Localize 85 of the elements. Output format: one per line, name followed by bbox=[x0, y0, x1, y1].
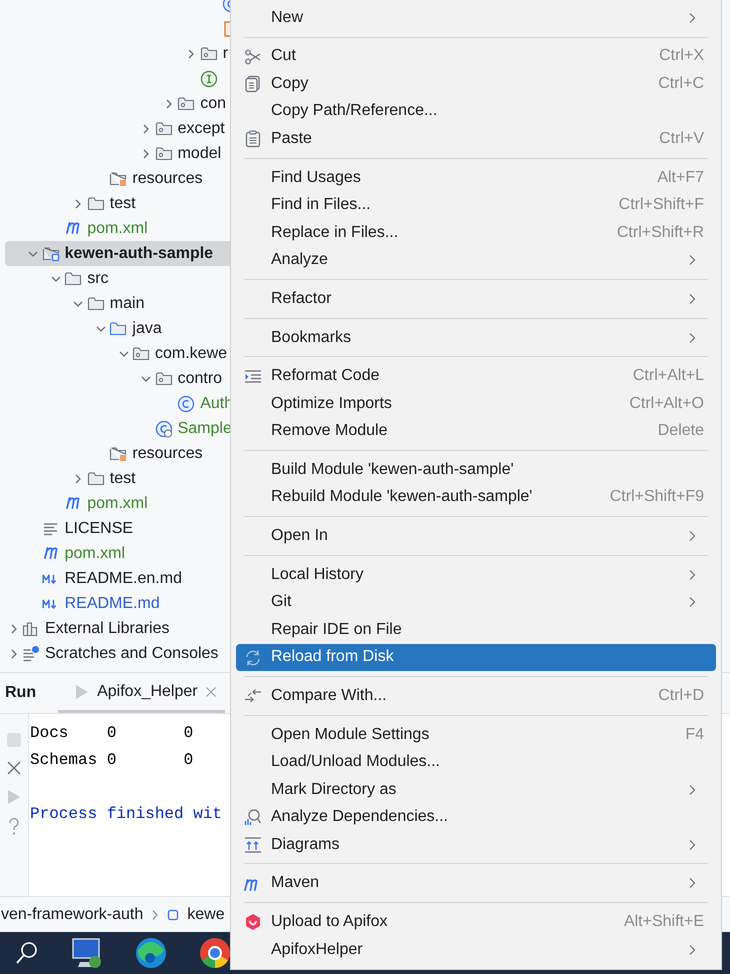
source-folder-icon bbox=[109, 320, 128, 337]
shortcut-label: Ctrl+X bbox=[659, 47, 704, 66]
menu-item[interactable]: Maven bbox=[236, 870, 716, 898]
menu-item[interactable]: Compare With... Ctrl+D bbox=[236, 682, 716, 710]
shortcut-label: F4 bbox=[685, 726, 704, 744]
package-icon bbox=[177, 95, 196, 112]
menu-item[interactable]: Load/Unload Modules... bbox=[236, 748, 716, 776]
folder-icon bbox=[86, 295, 105, 312]
search-icon[interactable] bbox=[14, 940, 40, 966]
package-icon bbox=[200, 45, 218, 62]
console-line: Schemas 0 0 bbox=[30, 750, 194, 771]
menu-item[interactable]: Mark Directory as bbox=[236, 776, 716, 804]
diagram-icon bbox=[244, 836, 262, 854]
chevron-down-icon[interactable] bbox=[96, 324, 106, 334]
maven-icon bbox=[66, 497, 80, 510]
folder-icon bbox=[64, 270, 82, 287]
chevron-down-icon[interactable] bbox=[118, 348, 128, 358]
menu-item[interactable]: Optimize Imports Ctrl+Alt+O bbox=[236, 390, 716, 418]
shortcut-label: Ctrl+Shift+R bbox=[616, 224, 704, 242]
run-config-icon bbox=[74, 682, 90, 700]
package-icon bbox=[154, 145, 173, 162]
scratches-icon bbox=[22, 645, 40, 662]
shortcut-label: Delete bbox=[658, 422, 704, 440]
runnable-class-icon bbox=[154, 420, 173, 438]
text-file-icon bbox=[42, 520, 60, 536]
panel-title: Run bbox=[5, 684, 36, 702]
chevron-right-icon[interactable] bbox=[73, 474, 84, 484]
chevron-down-icon[interactable] bbox=[28, 248, 38, 258]
shortcut-label: Ctrl+Alt+L bbox=[632, 367, 704, 386]
remote-desktop-icon[interactable] bbox=[70, 936, 104, 970]
shortcut-label: Alt+Shift+E bbox=[624, 913, 704, 931]
menu-item[interactable]: Open Module Settings F4 bbox=[236, 720, 716, 748]
chevron-down-icon[interactable] bbox=[73, 298, 84, 308]
chevron-down-icon[interactable] bbox=[141, 374, 152, 384]
copy-icon bbox=[244, 75, 262, 94]
interface-icon bbox=[200, 70, 218, 88]
console-line: Process finished wit bbox=[30, 804, 222, 825]
resources-folder-icon bbox=[109, 170, 128, 187]
scissors-icon bbox=[244, 48, 262, 66]
breadcrumb[interactable]: kewe bbox=[187, 906, 225, 924]
chevron-right-icon[interactable] bbox=[164, 98, 174, 108]
package-icon bbox=[154, 120, 173, 137]
shortcut-label: Ctrl+Alt+O bbox=[629, 394, 704, 413]
package-icon bbox=[132, 345, 150, 362]
chevron-down-icon[interactable] bbox=[50, 274, 61, 284]
menu-item[interactable]: New bbox=[236, 4, 716, 32]
close-icon[interactable] bbox=[204, 686, 217, 698]
maven-icon bbox=[66, 222, 80, 235]
dependencies-icon bbox=[244, 808, 262, 826]
chevron-right-icon[interactable] bbox=[141, 148, 152, 158]
shortcut-label: Ctrl+Shift+F bbox=[618, 196, 704, 214]
shortcut-label: Ctrl+D bbox=[658, 686, 704, 705]
package-icon bbox=[154, 370, 173, 387]
module-folder-icon bbox=[42, 245, 60, 262]
module-icon bbox=[167, 908, 180, 920]
chevron-right-icon[interactable] bbox=[141, 124, 152, 134]
libraries-icon bbox=[22, 620, 40, 637]
shortcut-label: Ctrl+C bbox=[658, 74, 704, 93]
menu-item[interactable]: Upload to Apifox Alt+Shift+E bbox=[236, 908, 716, 936]
chrome-icon[interactable] bbox=[198, 936, 232, 970]
shortcut-label: Alt+F7 bbox=[657, 168, 704, 187]
browser-icon[interactable] bbox=[134, 936, 168, 970]
folder-icon bbox=[86, 195, 105, 212]
help-icon[interactable] bbox=[8, 818, 20, 836]
close-icon[interactable] bbox=[6, 760, 22, 776]
resources-folder-icon bbox=[109, 445, 128, 462]
apifox-icon bbox=[244, 913, 262, 932]
chevron-right-icon[interactable] bbox=[186, 48, 196, 58]
menu-item[interactable]: Reload from Disk bbox=[236, 644, 716, 671]
shortcut-label: Ctrl+V bbox=[659, 130, 704, 148]
chevron-right-icon[interactable] bbox=[8, 624, 18, 634]
class-icon bbox=[177, 394, 196, 412]
reload-icon bbox=[244, 648, 262, 666]
menu-item[interactable]: Diagrams bbox=[236, 830, 716, 858]
console-line: Docs 0 0 bbox=[30, 723, 194, 744]
menu-item[interactable]: Analyze Dependencies... bbox=[236, 803, 716, 831]
reformat-icon bbox=[244, 368, 262, 384]
folder-icon bbox=[86, 470, 105, 487]
clipboard-icon bbox=[244, 130, 262, 148]
maven-icon bbox=[44, 547, 58, 560]
shortcut-label: Ctrl+Shift+F9 bbox=[610, 488, 704, 506]
breadcrumb[interactable]: ven-framework-auth bbox=[1, 906, 144, 924]
chevron-right-icon[interactable] bbox=[73, 198, 84, 208]
breadcrumb-separator-icon bbox=[151, 908, 160, 920]
chevron-right-icon[interactable] bbox=[8, 648, 18, 658]
